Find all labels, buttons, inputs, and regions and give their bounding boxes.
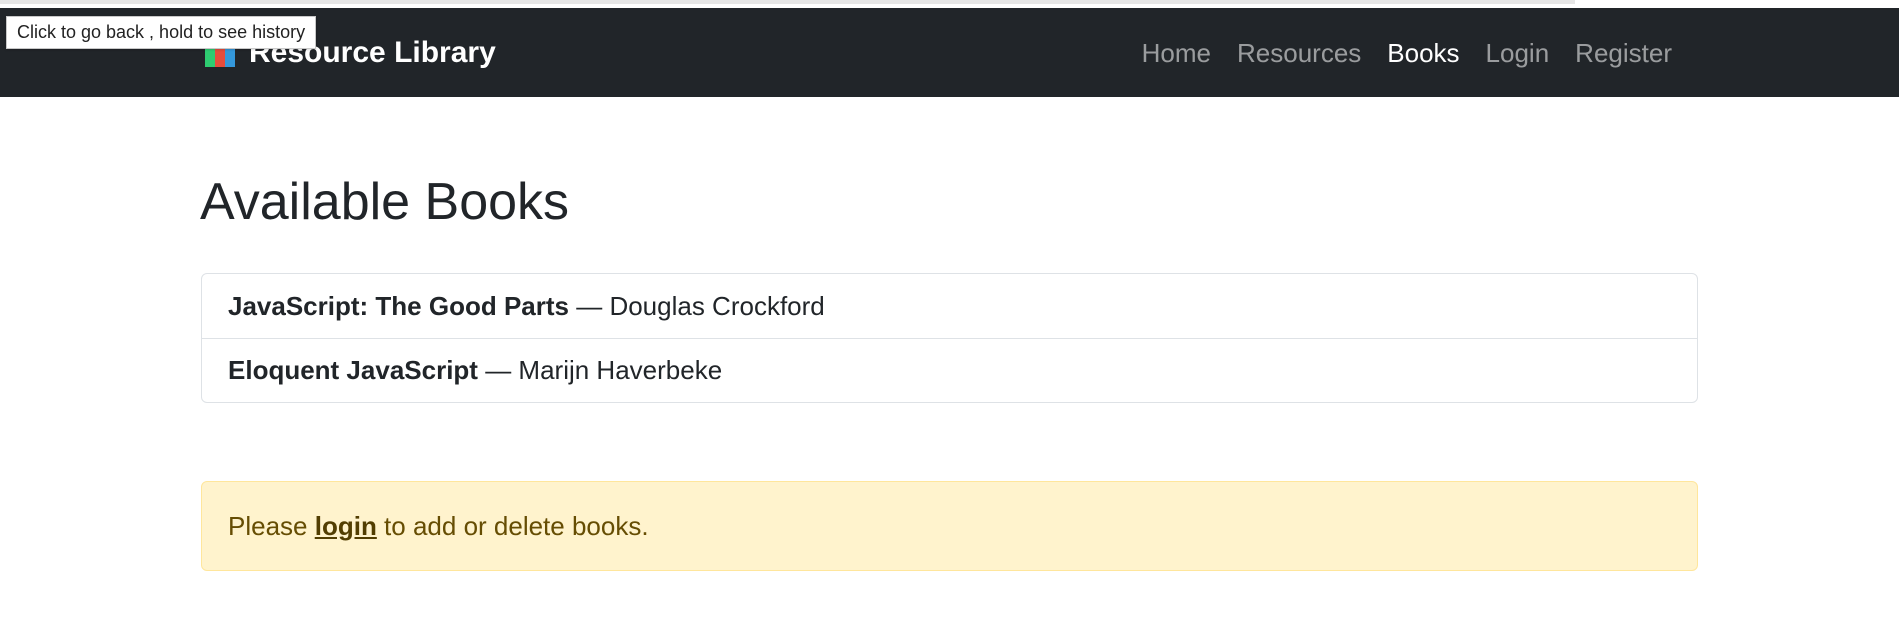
book-separator: —: [568, 290, 610, 321]
alert-suffix: to add or delete books.: [376, 510, 649, 541]
book-title: JavaScript: The Good Parts: [228, 290, 569, 321]
nav-link-register[interactable]: Register: [1562, 38, 1685, 69]
book-title: Eloquent JavaScript: [228, 355, 478, 385]
nav-link-home[interactable]: Home: [1129, 38, 1224, 69]
book-author: Marijn Haverbeke: [518, 355, 723, 385]
book-separator: —: [477, 355, 519, 385]
alert-prefix: Please: [228, 510, 315, 541]
nav-link-resources[interactable]: Resources: [1224, 38, 1374, 69]
page-title: Available Books: [200, 173, 570, 231]
nav-link-login[interactable]: Login: [1473, 38, 1563, 69]
browser-top-strip: [0, 0, 1899, 8]
book-author: Douglas Crockford: [609, 290, 825, 321]
alert-login-link[interactable]: login: [315, 511, 377, 542]
browser-top-line: [0, 0, 1575, 4]
nav-link-books[interactable]: Books: [1374, 38, 1472, 69]
back-button-tooltip: Click to go back , hold to see history: [6, 16, 317, 49]
book-list: JavaScript: The Good Parts — Douglas Cro…: [201, 273, 1698, 403]
nav-links: Home Resources Books Login Register: [1129, 38, 1685, 69]
book-list-item: Eloquent JavaScript — Marijn Haverbeke: [202, 338, 1697, 402]
login-alert: Please login to add or delete books.: [201, 481, 1698, 571]
book-list-item: JavaScript: The Good Parts — Douglas Cro…: [202, 274, 1697, 338]
